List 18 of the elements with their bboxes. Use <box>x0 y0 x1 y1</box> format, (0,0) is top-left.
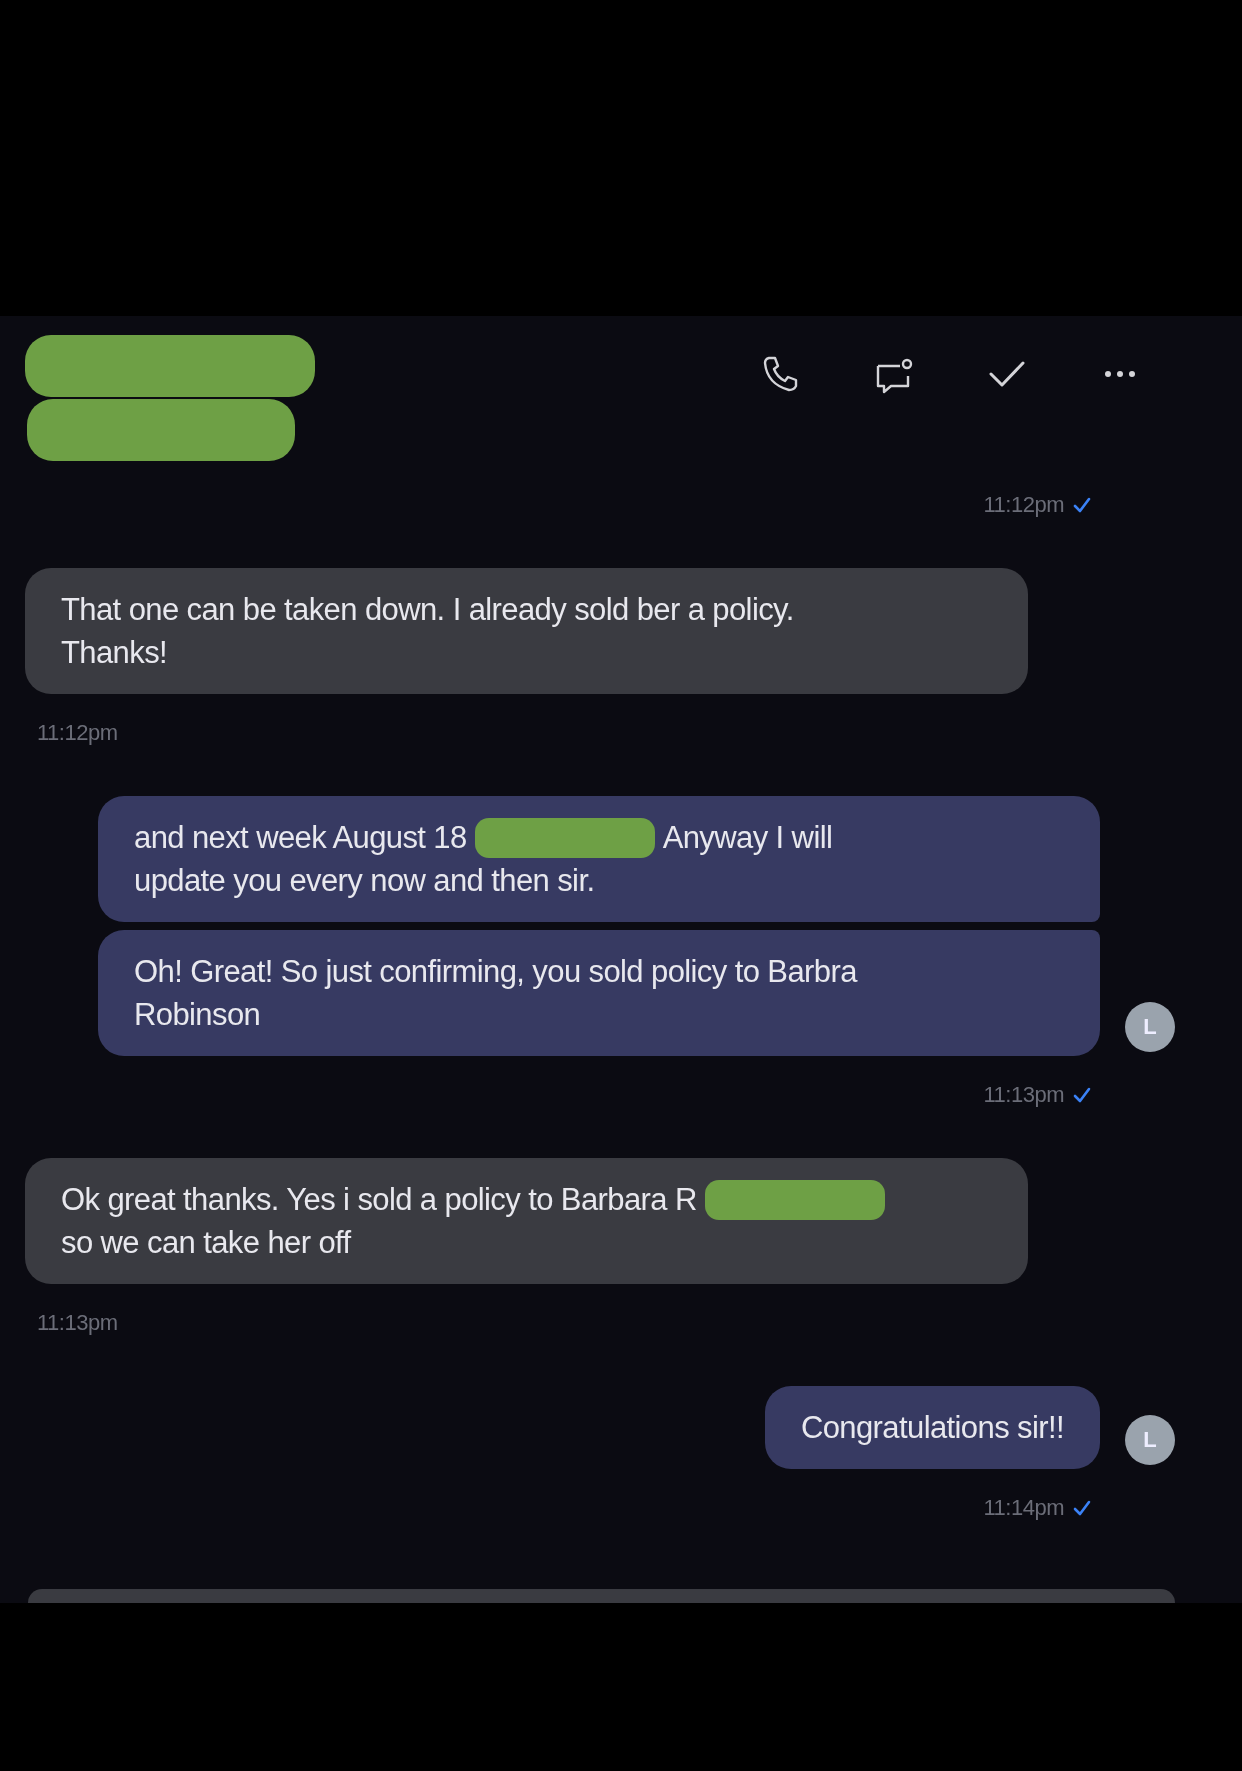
timestamp: 11:13pm <box>983 1082 1064 1108</box>
message-text: Robinson <box>134 996 261 1034</box>
message-text: That one can be taken down. I already sold ber a policy. <box>61 591 794 629</box>
timestamp: 11:14pm <box>983 1495 1064 1521</box>
message-text: and next week August 18 <box>134 819 467 857</box>
avatar[interactable]: L <box>1125 1415 1175 1465</box>
message-text: so we can take her off <box>61 1224 351 1262</box>
message-input-field[interactable] <box>28 1589 1175 1603</box>
message-text: Anyway I will <box>662 819 833 857</box>
avatar[interactable]: L <box>1125 1002 1175 1052</box>
message-text: update you every now and then sir. <box>134 862 595 900</box>
message-text: Ok great thanks. Yes i sold a policy to Barbara R <box>61 1181 697 1219</box>
timestamp: 11:12pm <box>983 492 1064 518</box>
message-text: Oh! Great! So just confirming, you sold policy to Barbra <box>134 953 857 991</box>
timestamp: 11:13pm <box>37 1310 118 1336</box>
message-text: Congratulations sir!! <box>800 1409 1064 1447</box>
message-text: Thanks! <box>61 634 168 672</box>
timestamp: 11:12pm <box>37 720 118 746</box>
